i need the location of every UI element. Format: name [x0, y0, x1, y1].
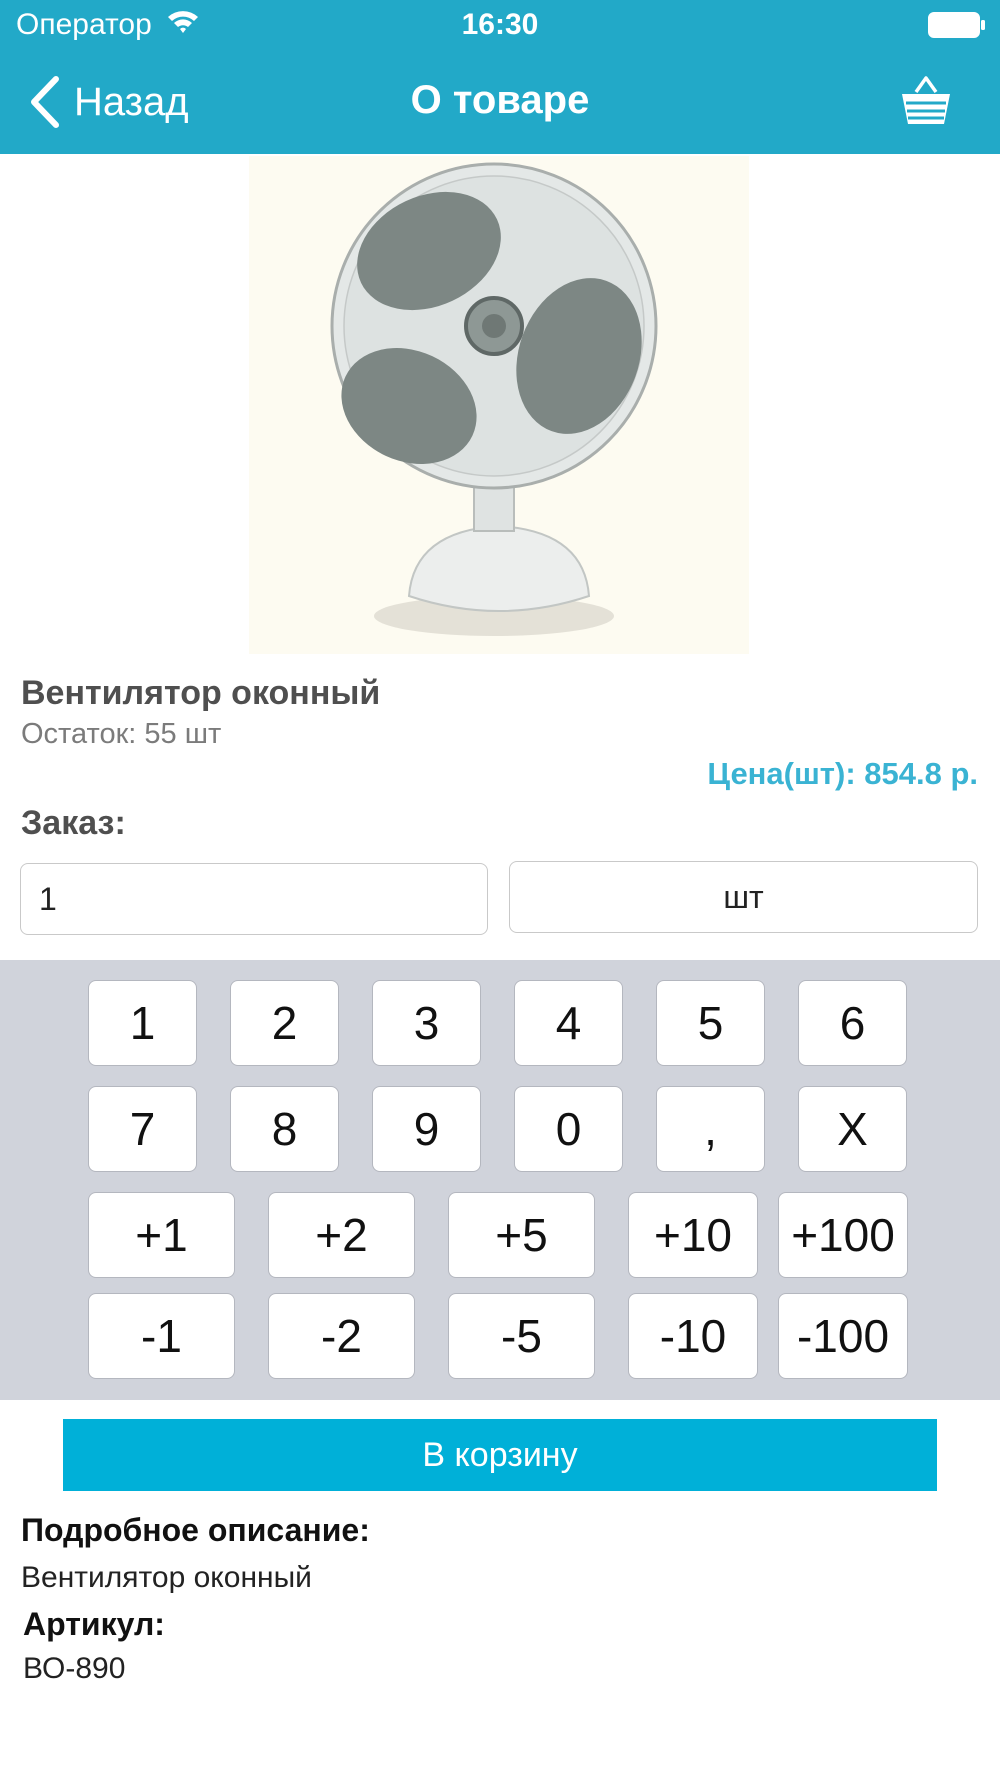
quantity-input[interactable] — [20, 863, 488, 935]
keypad-key[interactable]: , — [656, 1086, 765, 1172]
keypad-key[interactable]: 1 — [88, 980, 197, 1066]
navigation-header: Оператор 16:30 Назад О товаре — [0, 0, 1000, 154]
keypad-key[interactable]: 3 — [372, 980, 481, 1066]
keypad-clear-key[interactable]: X — [798, 1086, 907, 1172]
keypad-increment-key[interactable]: +1 — [88, 1192, 235, 1278]
stock-label: Остаток: 55 шт — [21, 718, 222, 750]
price-label: Цена(шт): 854.8 р. — [707, 756, 978, 791]
status-bar: Оператор 16:30 — [0, 0, 1000, 50]
keypad-key[interactable]: 4 — [514, 980, 623, 1066]
page-title: О товаре — [410, 78, 590, 122]
product-name: Вентилятор оконный — [21, 674, 381, 712]
keypad-decrement-key[interactable]: -100 — [778, 1293, 908, 1379]
keypad-decrement-key[interactable]: -10 — [628, 1293, 758, 1379]
status-time: 16:30 — [461, 8, 539, 41]
keypad-increment-key[interactable]: +2 — [268, 1192, 415, 1278]
keypad-increment-key[interactable]: +10 — [628, 1192, 758, 1278]
keypad-decrement-key[interactable]: -5 — [448, 1293, 595, 1379]
keypad-increment-key[interactable]: +100 — [778, 1192, 908, 1278]
description-text: Вентилятор оконный — [21, 1561, 312, 1594]
add-to-cart-button[interactable]: В корзину — [63, 1419, 937, 1491]
keypad-decrement-key[interactable]: -2 — [268, 1293, 415, 1379]
keypad-key[interactable]: 7 — [88, 1086, 197, 1172]
sku-heading: Артикул: — [23, 1606, 165, 1642]
order-label: Заказ: — [21, 804, 126, 842]
keypad-key[interactable]: 8 — [230, 1086, 339, 1172]
product-image — [249, 156, 749, 654]
battery-icon — [928, 12, 985, 38]
keypad-decrement-key[interactable]: -1 — [88, 1293, 235, 1379]
unit-select-button[interactable]: шт — [509, 861, 978, 933]
keypad-increment-key[interactable]: +5 — [448, 1192, 595, 1278]
keypad-key[interactable]: 5 — [656, 980, 765, 1066]
keypad-key[interactable]: 2 — [230, 980, 339, 1066]
keypad-key[interactable]: 0 — [514, 1086, 623, 1172]
numeric-keypad: 1 2 3 4 5 6 7 8 9 0 , X +1 +2 +5 +10 +10… — [0, 960, 1000, 1400]
sku-value: ВО-890 — [23, 1652, 126, 1685]
description-heading: Подробное описание: — [21, 1512, 370, 1548]
keypad-key[interactable]: 9 — [372, 1086, 481, 1172]
basket-icon[interactable] — [898, 74, 954, 128]
keypad-key[interactable]: 6 — [798, 980, 907, 1066]
